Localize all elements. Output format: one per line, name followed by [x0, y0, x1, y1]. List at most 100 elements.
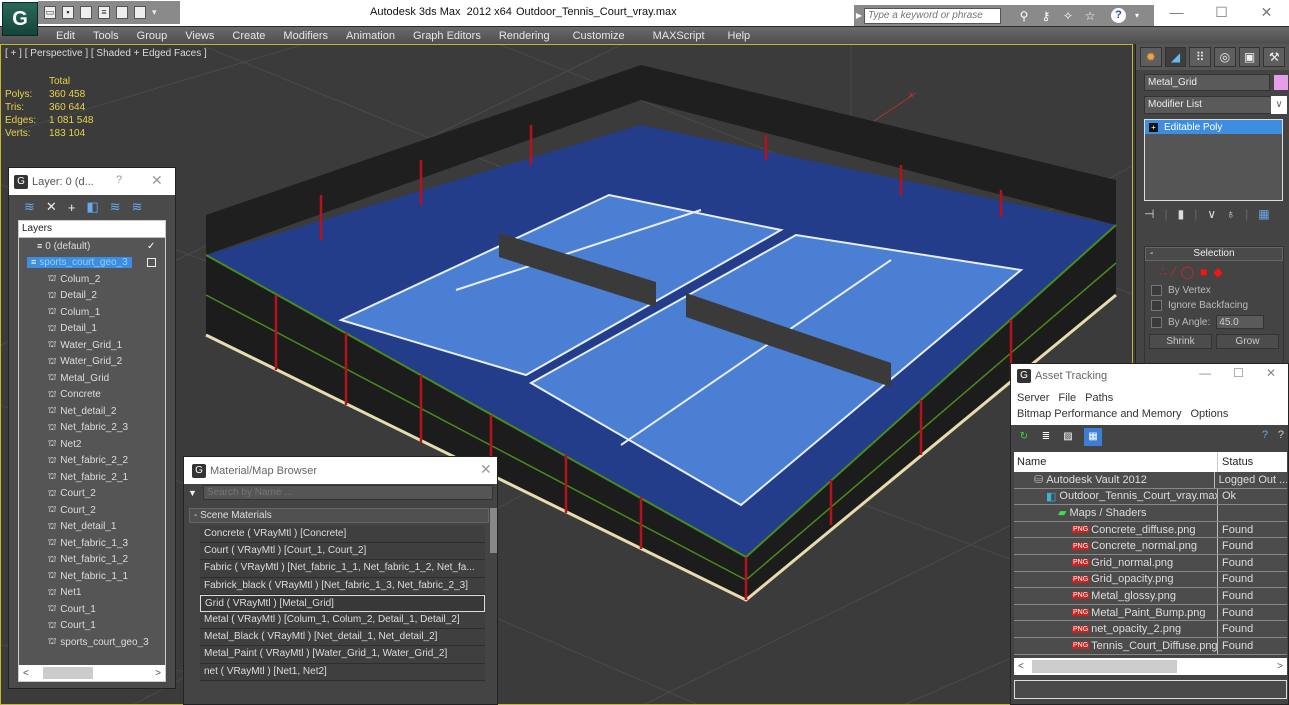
material-row[interactable]: Fabric ( VRayMtl ) [Net_fabric_1_1, Net_…: [200, 560, 485, 578]
asset-row[interactable]: ◧ Outdoor_Tennis_Court_vray.max Ok: [1014, 488, 1287, 506]
asset-row[interactable]: PNG net_opacity_2.png Found: [1014, 621, 1287, 638]
menu-file[interactable]: File: [1058, 392, 1076, 404]
menu-graph-editors[interactable]: Graph Editors: [404, 30, 490, 42]
layer-object-row[interactable]: ⛫ Metal_Grid: [19, 370, 165, 387]
vertex-icon[interactable]: ∴: [1159, 265, 1167, 279]
layer-visibility-box[interactable]: [147, 258, 156, 268]
save-icon[interactable]: ▪: [62, 6, 74, 19]
layer-object-row[interactable]: ⛫ Court_1: [19, 601, 165, 618]
expand-plus-icon[interactable]: +: [1149, 122, 1158, 132]
menu-options[interactable]: Options: [1190, 408, 1228, 420]
hierarchy-tab-icon[interactable]: ⠿: [1189, 47, 1212, 67]
configure-sets-icon[interactable]: ▦: [1258, 207, 1269, 221]
highlight-layer-icon[interactable]: ≋: [110, 199, 121, 215]
material-row[interactable]: Court ( VRayMtl ) [Court_1, Court_2]: [200, 543, 485, 561]
list-view-icon[interactable]: ≣: [1040, 431, 1052, 444]
browser-options-icon[interactable]: ▼: [188, 488, 197, 498]
layer-object-row[interactable]: ⛫ Net2: [19, 436, 165, 453]
layer-object-row[interactable]: ⛫ Net_detail_2: [19, 403, 165, 420]
menu-create[interactable]: Create: [223, 30, 274, 42]
material-browser-titlebar[interactable]: G Material/Map Browser ✕: [184, 457, 497, 484]
modify-tab-icon[interactable]: ◢: [1164, 47, 1187, 67]
refresh-icon[interactable]: ↻: [1018, 431, 1030, 444]
set-current-layer-icon[interactable]: ≋: [132, 199, 143, 215]
shrink-button[interactable]: Shrink: [1149, 334, 1212, 349]
layer-object-row[interactable]: ⛫ Net_fabric_1_3: [19, 535, 165, 552]
close-button[interactable]: ✕: [1266, 366, 1276, 380]
delete-layer-icon[interactable]: ✕: [46, 199, 57, 215]
close-button[interactable]: ✕: [1244, 0, 1289, 26]
menu-paths[interactable]: Paths: [1085, 392, 1113, 404]
material-row[interactable]: Metal_Paint ( VRayMtl ) [Water_Grid_1, W…: [200, 646, 485, 664]
maximize-button[interactable]: ☐: [1199, 0, 1244, 26]
display-tab-icon[interactable]: ▣: [1238, 47, 1261, 67]
layer-object-row[interactable]: ⛫ Net_fabric_1_1: [19, 568, 165, 585]
minimize-button[interactable]: —: [1154, 0, 1199, 26]
layers-column-header[interactable]: Layers: [19, 221, 165, 238]
asset-row[interactable]: PNG Tennis_Court_Diffuse.png Found: [1014, 637, 1287, 655]
ignore-backfacing-checkbox[interactable]: [1151, 300, 1162, 311]
material-row[interactable]: Grid ( VRayMtl ) [Metal_Grid]: [200, 594, 485, 612]
select-objects-icon[interactable]: ◧: [86, 199, 98, 215]
edge-icon[interactable]: ⁄: [1173, 265, 1175, 279]
remove-modifier-icon[interactable]: ♁: [1226, 207, 1235, 221]
element-icon[interactable]: ◆: [1213, 265, 1222, 279]
undo-icon[interactable]: [116, 6, 128, 19]
make-unique-icon[interactable]: ∨: [1207, 207, 1216, 221]
open-icon[interactable]: ▭: [44, 6, 56, 19]
layer-object-row[interactable]: ⛫ Colum_1: [19, 304, 165, 321]
menu-maxscript[interactable]: MAXScript: [639, 30, 719, 42]
layer-object-row[interactable]: ⛫ Net_fabric_2_2: [19, 453, 165, 470]
layer-object-row[interactable]: ⛫ Net_fabric_2_1: [19, 469, 165, 486]
modifier-stack-item[interactable]: + Editable Poly: [1145, 120, 1282, 134]
layer-object-row[interactable]: ⛫ Concrete: [19, 387, 165, 404]
help-search-input[interactable]: [864, 7, 1001, 24]
menu-animation[interactable]: Animation: [337, 30, 404, 42]
layer-object-row[interactable]: ⛫ Net_fabric_1_2: [19, 552, 165, 569]
asset-path-field[interactable]: [1014, 680, 1287, 699]
object-name-field[interactable]: [1144, 74, 1270, 91]
viewport-label[interactable]: [ + ] [ Perspective ] [ Shaded + Edged F…: [5, 48, 207, 59]
asset-row[interactable]: PNG Grid_opacity.png Found: [1014, 571, 1287, 589]
scroll-left-icon[interactable]: <: [1018, 661, 1024, 672]
thumbnail-view-icon[interactable]: ▨: [1062, 431, 1074, 444]
help-dropdown-icon[interactable]: ▾: [1128, 11, 1146, 20]
asset-row[interactable]: PNG Concrete_normal.png Found: [1014, 538, 1287, 555]
material-row[interactable]: Concrete ( VRayMtl ) [Concrete]: [200, 526, 485, 544]
by-vertex-checkbox[interactable]: [1151, 285, 1162, 296]
layer-object-row[interactable]: ⛫ Court_2: [19, 502, 165, 519]
layer-object-row[interactable]: ⛫ Court_2: [19, 486, 165, 503]
menu-modifiers[interactable]: Modifiers: [274, 30, 337, 42]
new-icon[interactable]: [80, 6, 92, 19]
material-row[interactable]: Fabrick_black ( VRayMtl ) [Net_fabric_1_…: [200, 577, 485, 595]
vertical-scrollbar[interactable]: [490, 508, 497, 553]
menu-bitmap-performance[interactable]: Bitmap Performance and Memory: [1017, 408, 1181, 420]
menu-edit[interactable]: Edit: [47, 30, 84, 42]
binoculars-icon[interactable]: ⚲: [1015, 9, 1033, 23]
name-column-header[interactable]: Name: [1014, 452, 1218, 472]
scroll-right-icon[interactable]: >: [1277, 661, 1283, 672]
asset-row[interactable]: ⛁ Autodesk Vault 2012 Logged Out ...: [1014, 472, 1287, 489]
border-icon[interactable]: ◯: [1181, 265, 1194, 279]
by-angle-checkbox[interactable]: [1151, 316, 1162, 328]
rollout-header[interactable]: - Selection: [1145, 247, 1283, 261]
context-help-icon[interactable]: ?: [1278, 429, 1284, 441]
layer-object-row[interactable]: ⛫ Net_fabric_2_3: [19, 420, 165, 437]
menu-help[interactable]: Help: [719, 30, 760, 42]
help-button[interactable]: ?: [116, 174, 122, 186]
menu-group[interactable]: Group: [128, 30, 177, 42]
show-end-result-icon[interactable]: ▮: [1178, 207, 1185, 221]
pin-stack-icon[interactable]: ⊣: [1144, 207, 1154, 221]
help-icon[interactable]: ?: [1262, 429, 1268, 441]
help-icon[interactable]: ?: [1111, 8, 1126, 23]
layer-object-row[interactable]: ⛫ Detail_1: [19, 321, 165, 338]
scroll-left-icon[interactable]: <: [23, 668, 29, 679]
layer-object-row[interactable]: ⛫ Colum_2: [19, 271, 165, 288]
layer-object-row[interactable]: ⛫ sports_court_geo_3: [19, 634, 165, 651]
menu-views[interactable]: Views: [176, 30, 223, 42]
asset-row[interactable]: ▰ Maps / Shaders: [1014, 505, 1287, 522]
asset-row[interactable]: PNG Metal_Paint_Bump.png Found: [1014, 604, 1287, 622]
scroll-right-icon[interactable]: >: [155, 668, 161, 679]
layer-object-row[interactable]: ⛫ Net_detail_1: [19, 519, 165, 536]
object-color-swatch[interactable]: [1274, 75, 1288, 90]
